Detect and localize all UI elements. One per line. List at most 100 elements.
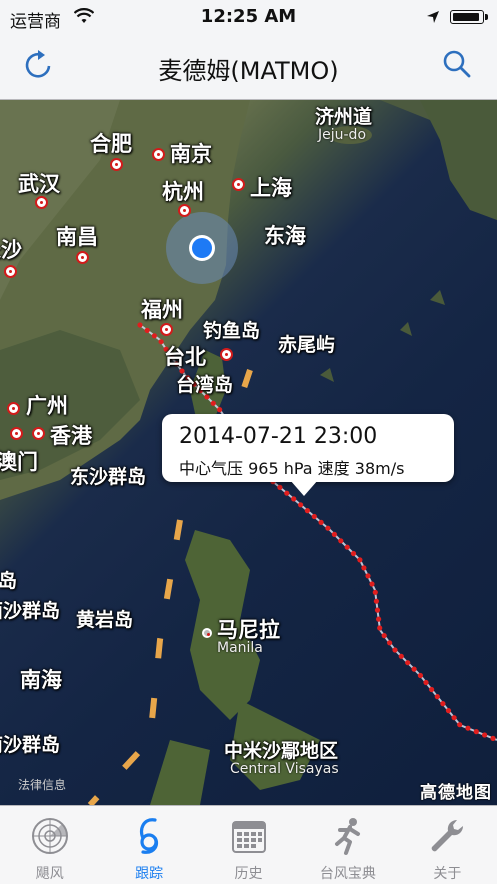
track-point — [151, 333, 157, 339]
track-point — [417, 672, 423, 679]
location-arrow-icon — [426, 9, 440, 29]
city-marker — [232, 178, 245, 191]
track-point — [277, 484, 283, 490]
tab-bar: 飓风 跟踪 历史 台风宝典 关于 — [0, 805, 497, 884]
typhoon-icon — [140, 818, 159, 854]
label-aomen: 澳门 — [0, 450, 38, 474]
track-point — [445, 708, 452, 714]
track-point — [365, 573, 371, 579]
track-point — [465, 725, 471, 731]
track-point — [369, 581, 375, 587]
track-point — [429, 686, 435, 693]
label-dongsha: 东沙群岛 — [70, 466, 147, 488]
track-point — [411, 666, 417, 672]
track-point — [392, 647, 398, 653]
manila-marker — [202, 628, 212, 638]
battery-icon — [450, 10, 484, 24]
search-icon — [443, 50, 471, 78]
tab-history[interactable]: 历史 — [199, 806, 298, 884]
city-marker — [32, 427, 45, 440]
track-point — [210, 400, 216, 406]
track-point — [405, 660, 411, 666]
tab-hurricane[interactable]: 飓风 — [0, 806, 99, 884]
track-point — [361, 565, 367, 571]
track-point — [482, 732, 488, 738]
track-point — [158, 339, 164, 345]
label-huangyan: 黄岩岛 — [76, 609, 134, 631]
track-point — [311, 513, 317, 520]
label-changsha: 长沙 — [0, 238, 22, 262]
track-point — [373, 598, 379, 604]
label-xianggang: 香港 — [50, 424, 92, 448]
tab-guide[interactable]: 台风宝典 — [298, 806, 397, 884]
tab-label: 跟踪 — [135, 866, 164, 882]
legal-info-link[interactable]: 法律信息 — [18, 776, 66, 793]
city-marker — [10, 427, 23, 440]
track-point — [357, 557, 363, 563]
track-point — [434, 694, 440, 700]
label-jeju: 济州道 — [315, 106, 373, 128]
label-taibei: 台北 — [164, 345, 206, 369]
label-shanghai: 上海 — [250, 176, 292, 200]
track-point — [387, 640, 393, 646]
tab-label: 台风宝典 — [319, 866, 376, 882]
track-point — [284, 490, 290, 496]
track-point — [376, 616, 382, 622]
navigation-bar: 麦德姆(MATMO) — [0, 34, 497, 100]
map-provider-logo: 高德地图 — [420, 783, 492, 803]
label-diaoyudao: 钓鱼岛 — [203, 320, 261, 342]
label-fuzhou: 福州 — [141, 298, 183, 322]
track-point — [298, 502, 304, 508]
track-point — [350, 550, 357, 557]
track-point — [291, 496, 297, 502]
tab-about[interactable]: 关于 — [398, 806, 497, 884]
runner-icon — [334, 818, 360, 855]
typhoon-map[interactable]: 济州道 Jeju-do 合肥 南京 武汉 杭州 上海 长沙 南昌 东海 福州 钓… — [0, 100, 497, 805]
track-point — [325, 525, 331, 531]
tab-tracking[interactable]: 跟踪 — [99, 806, 198, 884]
track-point — [377, 625, 383, 631]
status-time: 12:25 AM — [200, 6, 297, 27]
label-nanjing: 南京 — [170, 142, 212, 166]
tab-label: 关于 — [433, 866, 462, 882]
track-point — [372, 589, 378, 595]
track-point — [451, 715, 457, 721]
battery-tip — [485, 14, 488, 20]
label-donghai: 东海 — [264, 224, 306, 248]
track-point — [457, 722, 463, 728]
label-hangzhou: 杭州 — [162, 180, 204, 204]
track-point — [318, 519, 324, 525]
label-chiweiyu: 赤尾屿 — [278, 334, 336, 356]
callout-time: 2014-07-21 23:00 — [179, 424, 378, 449]
city-marker — [160, 323, 173, 336]
track-point — [381, 633, 387, 639]
label-wuhan: 武汉 — [18, 172, 60, 196]
city-marker — [7, 402, 20, 415]
track-point — [344, 544, 350, 550]
track-point — [338, 538, 344, 544]
current-location-marker — [166, 212, 238, 284]
label-visayas: 中米沙鄢地区 — [224, 740, 339, 762]
track-point — [144, 327, 150, 333]
label-visayas-en: Central Visayas — [230, 761, 339, 777]
label-dao: 岛 — [0, 570, 18, 592]
track-point — [423, 679, 429, 686]
track-point — [398, 653, 404, 659]
label-nanchang: 南昌 — [56, 225, 98, 249]
label-taiwan: 台湾岛 — [176, 374, 234, 396]
city-marker — [76, 251, 89, 264]
label-guangzhou: 广州 — [26, 394, 68, 418]
city-marker — [152, 148, 165, 161]
tab-label: 历史 — [234, 866, 263, 882]
tab-label: 飓风 — [35, 866, 64, 882]
track-point — [440, 701, 446, 707]
search-button[interactable] — [438, 46, 476, 84]
radar-icon — [31, 818, 68, 854]
status-bar: 运营商 12:25 AM — [0, 0, 497, 34]
label-manila-en: Manila — [217, 640, 263, 656]
city-marker — [110, 158, 123, 171]
track-point — [473, 729, 479, 735]
typhoon-info-callout[interactable]: 2014-07-21 23:00 中心气压 965 hPa 速度 38m/s — [162, 414, 454, 496]
wrench-icon — [432, 819, 464, 852]
city-marker — [220, 348, 233, 361]
